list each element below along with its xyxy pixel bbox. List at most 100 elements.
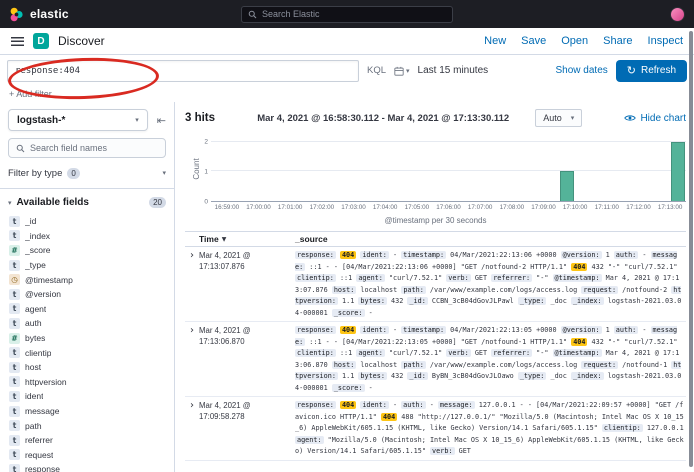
type-filter-count-badge: 0 — [67, 168, 79, 179]
header-action-open[interactable]: Open — [561, 35, 588, 47]
header-action-save[interactable]: Save — [521, 35, 546, 47]
header-action-share[interactable]: Share — [603, 35, 632, 47]
field-item-response[interactable]: tresponse — [8, 462, 166, 472]
scrollbar[interactable] — [689, 31, 693, 467]
field-type-icon: t — [9, 303, 20, 314]
refresh-button[interactable]: ↻ Refresh — [616, 60, 687, 82]
collapse-sidebar-icon[interactable]: ⇤ — [157, 114, 166, 127]
source-field-key: timestamp: — [401, 326, 446, 334]
elastic-brand[interactable]: elastic — [9, 7, 69, 22]
filter-by-type[interactable]: Filter by type 0 ▾ — [8, 165, 166, 181]
chart-body: Count 012 16:59:0017:00:0017:01:0017:02:… — [185, 136, 686, 213]
histogram-bar[interactable] — [671, 142, 685, 201]
chevron-down-icon: ▾ — [8, 199, 12, 207]
histogram-bar[interactable] — [560, 171, 574, 201]
topbar-right — [670, 7, 685, 22]
time-column-header[interactable]: Time ▼ — [199, 234, 295, 244]
kql-language-button[interactable]: KQL — [367, 65, 386, 76]
field-type-icon: # — [9, 245, 20, 256]
show-dates-button[interactable]: Show dates — [556, 65, 608, 76]
row-source: response: 404 ident: - timestamp: 04/Mar… — [295, 325, 686, 394]
menu-icon[interactable] — [11, 37, 24, 46]
field-item-clientip[interactable]: t clientip — [8, 345, 166, 360]
add-filter-button[interactable]: + Add filter — [9, 89, 52, 99]
x-tick-label: 17:04:00 — [373, 204, 398, 211]
chevron-down-icon: ▾ — [406, 67, 410, 75]
field-name: clientip — [25, 348, 51, 358]
results-header: 3 hits Mar 4, 2021 @ 16:58:30.112 - Mar … — [185, 108, 686, 128]
highlighted-value: 404 — [340, 401, 356, 409]
document-row: ›Mar 4, 2021 @ 17:09:58.278response: 404… — [185, 397, 686, 461]
x-tick-label: 17:13:00 — [658, 204, 683, 211]
chart-plot-area[interactable] — [211, 136, 686, 202]
brand-name: elastic — [30, 7, 69, 21]
field-type-icon: t — [9, 347, 20, 358]
field-type-icon: t — [9, 391, 20, 402]
x-tick-label: 17:10:00 — [563, 204, 588, 211]
table-header: Time ▼ _source — [185, 231, 686, 247]
available-fields-label: Available fields — [17, 197, 89, 208]
row-timestamp: Mar 4, 2021 @ 17:09:58.278 — [199, 400, 295, 422]
field-name: request — [25, 450, 53, 460]
user-avatar[interactable] — [670, 7, 685, 22]
field-name: _type — [25, 260, 46, 270]
field-item-bytes[interactable]: #bytes — [8, 331, 166, 346]
field-item-request[interactable]: trequest — [8, 448, 166, 463]
highlighted-value: 404 — [571, 263, 587, 271]
field-item-auth[interactable]: tauth — [8, 316, 166, 331]
source-field-key: response: — [295, 251, 336, 259]
fields-list: t_idt_index#_scoret_type◷@timestampt@ver… — [8, 214, 166, 472]
field-item-ident[interactable]: tident — [8, 389, 166, 404]
global-search-input[interactable]: Search Elastic — [241, 6, 453, 23]
expand-row-icon[interactable]: › — [185, 400, 199, 411]
field-name: message — [25, 406, 60, 416]
header-action-new[interactable]: New — [484, 35, 506, 47]
field-type-icon: t — [9, 406, 20, 417]
time-range-button[interactable]: Last 15 minutes — [418, 65, 489, 76]
field-item-httpversion[interactable]: thttpversion — [8, 375, 166, 390]
expand-row-icon[interactable]: › — [185, 250, 199, 261]
index-pattern-select[interactable]: logstash-* ▾ — [8, 109, 148, 131]
page-title: Discover — [58, 34, 105, 48]
header-action-inspect[interactable]: Inspect — [648, 35, 683, 47]
field-item-referrer[interactable]: treferrer — [8, 433, 166, 448]
query-input[interactable]: response:404 — [7, 60, 359, 82]
chevron-down-icon: ▾ — [162, 169, 166, 177]
time-header-label: Time — [199, 234, 219, 244]
x-tick-label: 17:05:00 — [405, 204, 430, 211]
source-field-key: verb: — [446, 349, 470, 357]
source-field-key: _score: — [332, 309, 365, 317]
field-item-_type[interactable]: t_type — [8, 258, 166, 273]
source-field-key: agent: — [356, 274, 385, 282]
field-item-timestamp[interactable]: ◷@timestamp — [8, 272, 166, 287]
field-item-host[interactable]: thost — [8, 360, 166, 375]
source-field-key: referrer: — [491, 274, 532, 282]
field-search-input[interactable]: Search field names — [8, 138, 166, 158]
field-item-version[interactable]: t@version — [8, 287, 166, 302]
app-badge-discover[interactable]: D — [33, 33, 49, 49]
source-field-key: path: — [401, 361, 425, 369]
field-name: agent — [25, 304, 46, 314]
search-icon — [248, 10, 257, 19]
field-item-_score[interactable]: #_score — [8, 243, 166, 258]
date-quick-select[interactable]: ▾ — [394, 66, 410, 76]
header-actions: New Save Open Share Inspect — [484, 35, 683, 47]
x-tick-label: 17:08:00 — [500, 204, 525, 211]
available-fields-count-badge: 20 — [149, 197, 166, 208]
expand-row-icon[interactable]: › — [185, 325, 199, 336]
field-item-path[interactable]: tpath — [8, 418, 166, 433]
field-item-agent[interactable]: tagent — [8, 302, 166, 317]
field-item-_index[interactable]: t_index — [8, 229, 166, 244]
field-type-icon: t — [9, 318, 20, 329]
available-fields-header[interactable]: ▾ Available fields 20 — [8, 194, 166, 211]
x-tick-label: 17:06:00 — [436, 204, 461, 211]
hide-chart-button[interactable]: Hide chart — [624, 113, 686, 124]
interval-select[interactable]: Auto ▾ — [535, 109, 582, 127]
field-item-_id[interactable]: t_id — [8, 214, 166, 229]
y-tick-label: 2 — [204, 139, 208, 146]
field-item-message[interactable]: t message — [8, 404, 166, 419]
highlighted-value: 404 — [381, 413, 397, 421]
results-panel: 3 hits Mar 4, 2021 @ 16:58:30.112 - Mar … — [175, 102, 694, 472]
gridline — [211, 141, 686, 142]
highlighted-value: 404 — [571, 338, 587, 346]
